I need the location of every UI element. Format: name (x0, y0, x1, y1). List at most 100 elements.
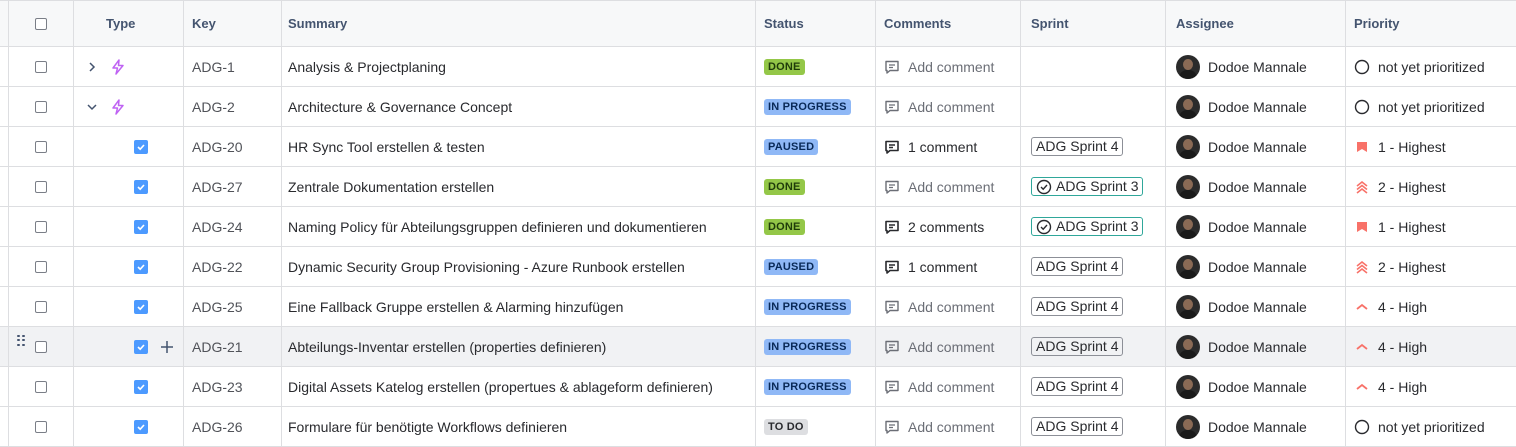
issue-summary[interactable]: Eine Fallback Gruppe erstellen & Alarmin… (288, 299, 623, 315)
issue-key[interactable]: ADG-27 (192, 179, 243, 195)
issue-summary[interactable]: Dynamic Security Group Provisioning - Az… (288, 259, 685, 275)
status-cell[interactable]: IN PROGRESS (756, 367, 876, 406)
comment-count[interactable]: 1 comment (908, 139, 977, 155)
issue-key[interactable]: ADG-20 (192, 139, 243, 155)
priority-cell[interactable]: 2 - Highest (1346, 247, 1516, 286)
sprint-cell[interactable]: ADG Sprint 4 (1021, 327, 1166, 366)
status-lozenge[interactable]: PAUSED (764, 258, 819, 275)
sprint-cell[interactable]: ADG Sprint 4 (1021, 247, 1166, 286)
sprint-tag[interactable]: ADG Sprint 4 (1031, 257, 1124, 276)
comments-cell[interactable]: 1 comment (876, 247, 1021, 286)
row-checkbox[interactable] (35, 340, 47, 353)
sprint-cell[interactable]: ADG Sprint 3 (1021, 207, 1166, 246)
key-cell[interactable]: ADG-23 (184, 367, 282, 406)
column-header-summary[interactable]: Summary (282, 1, 756, 46)
assignee-cell[interactable]: Dodoe Mannale (1166, 167, 1346, 206)
chevron-down-icon[interactable] (86, 101, 98, 113)
row-checkbox[interactable] (35, 220, 47, 233)
row-checkbox[interactable] (35, 420, 47, 433)
table-row[interactable]: ADG-20 HR Sync Tool erstellen & testen P… (0, 127, 1516, 167)
summary-cell[interactable]: Naming Policy für Abteilungsgruppen defi… (282, 207, 756, 246)
sprint-tag[interactable]: ADG Sprint 4 (1031, 137, 1124, 156)
status-cell[interactable]: IN PROGRESS (756, 327, 876, 366)
status-lozenge[interactable]: IN PROGRESS (764, 338, 851, 355)
summary-cell[interactable]: Eine Fallback Gruppe erstellen & Alarmin… (282, 287, 756, 326)
comments-cell[interactable]: Add comment (876, 47, 1021, 86)
table-row[interactable]: ADG-27 Zentrale Dokumentation erstellen … (0, 167, 1516, 207)
summary-cell[interactable]: Formulare für benötigte Workflows defini… (282, 407, 756, 446)
add-comment-link[interactable]: Add comment (908, 339, 994, 355)
chevron-right-icon[interactable] (86, 61, 98, 73)
sprint-cell[interactable]: ADG Sprint 4 (1021, 287, 1166, 326)
sprint-tag[interactable]: ADG Sprint 4 (1031, 297, 1124, 316)
summary-cell[interactable]: Architecture & Governance Concept (282, 87, 756, 126)
table-row[interactable]: ADG-21 Abteilungs-Inventar erstellen (pr… (0, 327, 1516, 367)
status-lozenge[interactable]: DONE (764, 58, 805, 75)
key-cell[interactable]: ADG-27 (184, 167, 282, 206)
comment-count[interactable]: 1 comment (908, 259, 977, 275)
status-lozenge[interactable]: PAUSED (764, 138, 819, 155)
column-header-priority[interactable]: Priority (1346, 1, 1516, 46)
sprint-tag[interactable]: ADG Sprint 4 (1031, 377, 1124, 396)
table-row[interactable]: ADG-2 Architecture & Governance Concept … (0, 87, 1516, 127)
key-cell[interactable]: ADG-25 (184, 287, 282, 326)
status-lozenge[interactable]: IN PROGRESS (764, 98, 851, 115)
status-cell[interactable]: PAUSED (756, 127, 876, 166)
summary-cell[interactable]: Analysis & Projectplaning (282, 47, 756, 86)
comments-cell[interactable]: Add comment (876, 407, 1021, 446)
priority-cell[interactable]: not yet prioritized (1346, 87, 1516, 126)
status-cell[interactable]: DONE (756, 47, 876, 86)
sprint-tag-completed[interactable]: ADG Sprint 3 (1031, 217, 1144, 236)
key-cell[interactable]: ADG-22 (184, 247, 282, 286)
issue-key[interactable]: ADG-22 (192, 259, 243, 275)
key-cell[interactable]: ADG-20 (184, 127, 282, 166)
assignee-cell[interactable]: Dodoe Mannale (1166, 327, 1346, 366)
column-header-type[interactable]: Type (74, 1, 184, 46)
issue-summary[interactable]: Analysis & Projectplaning (288, 59, 446, 75)
table-row[interactable]: ADG-22 Dynamic Security Group Provisioni… (0, 247, 1516, 287)
assignee-cell[interactable]: Dodoe Mannale (1166, 247, 1346, 286)
sprint-cell[interactable]: ADG Sprint 4 (1021, 407, 1166, 446)
issue-summary[interactable]: Abteilungs-Inventar erstellen (propertie… (288, 339, 606, 355)
assignee-cell[interactable]: Dodoe Mannale (1166, 407, 1346, 446)
comments-cell[interactable]: Add comment (876, 167, 1021, 206)
sprint-cell[interactable]: ADG Sprint 3 (1021, 167, 1166, 206)
add-child-plus-icon[interactable] (160, 340, 174, 354)
priority-cell[interactable]: 4 - High (1346, 367, 1516, 406)
key-cell[interactable]: ADG-26 (184, 407, 282, 446)
assignee-cell[interactable]: Dodoe Mannale (1166, 47, 1346, 86)
sprint-cell[interactable] (1021, 87, 1166, 126)
drag-handle-icon[interactable] (17, 334, 25, 347)
key-cell[interactable]: ADG-1 (184, 47, 282, 86)
issue-summary[interactable]: Zentrale Dokumentation erstellen (288, 179, 494, 195)
add-comment-link[interactable]: Add comment (908, 379, 994, 395)
table-row[interactable]: ADG-26 Formulare für benötigte Workflows… (0, 407, 1516, 447)
status-lozenge[interactable]: DONE (764, 218, 805, 235)
sprint-tag-completed[interactable]: ADG Sprint 3 (1031, 177, 1144, 196)
status-cell[interactable]: TO DO (756, 407, 876, 446)
summary-cell[interactable]: HR Sync Tool erstellen & testen (282, 127, 756, 166)
row-checkbox[interactable] (35, 180, 47, 193)
comments-cell[interactable]: 2 comments (876, 207, 1021, 246)
summary-cell[interactable]: Digital Assets Katelog erstellen (proper… (282, 367, 756, 406)
row-checkbox[interactable] (35, 380, 47, 393)
issue-summary[interactable]: HR Sync Tool erstellen & testen (288, 139, 485, 155)
issue-key[interactable]: ADG-2 (192, 99, 235, 115)
comments-cell[interactable]: Add comment (876, 327, 1021, 366)
issue-key[interactable]: ADG-25 (192, 299, 243, 315)
comments-cell[interactable]: Add comment (876, 87, 1021, 126)
priority-cell[interactable]: 2 - Highest (1346, 167, 1516, 206)
add-comment-link[interactable]: Add comment (908, 179, 994, 195)
issue-key[interactable]: ADG-21 (192, 339, 243, 355)
column-header-assignee[interactable]: Assignee (1166, 1, 1346, 46)
priority-cell[interactable]: not yet prioritized (1346, 407, 1516, 446)
add-comment-link[interactable]: Add comment (908, 419, 994, 435)
assignee-cell[interactable]: Dodoe Mannale (1166, 127, 1346, 166)
add-comment-link[interactable]: Add comment (908, 59, 994, 75)
add-comment-link[interactable]: Add comment (908, 99, 994, 115)
issue-summary[interactable]: Digital Assets Katelog erstellen (proper… (288, 379, 713, 395)
summary-cell[interactable]: Abteilungs-Inventar erstellen (propertie… (282, 327, 756, 366)
issue-summary[interactable]: Naming Policy für Abteilungsgruppen defi… (288, 219, 707, 235)
sprint-cell[interactable]: ADG Sprint 4 (1021, 367, 1166, 406)
column-header-sprint[interactable]: Sprint (1021, 1, 1166, 46)
